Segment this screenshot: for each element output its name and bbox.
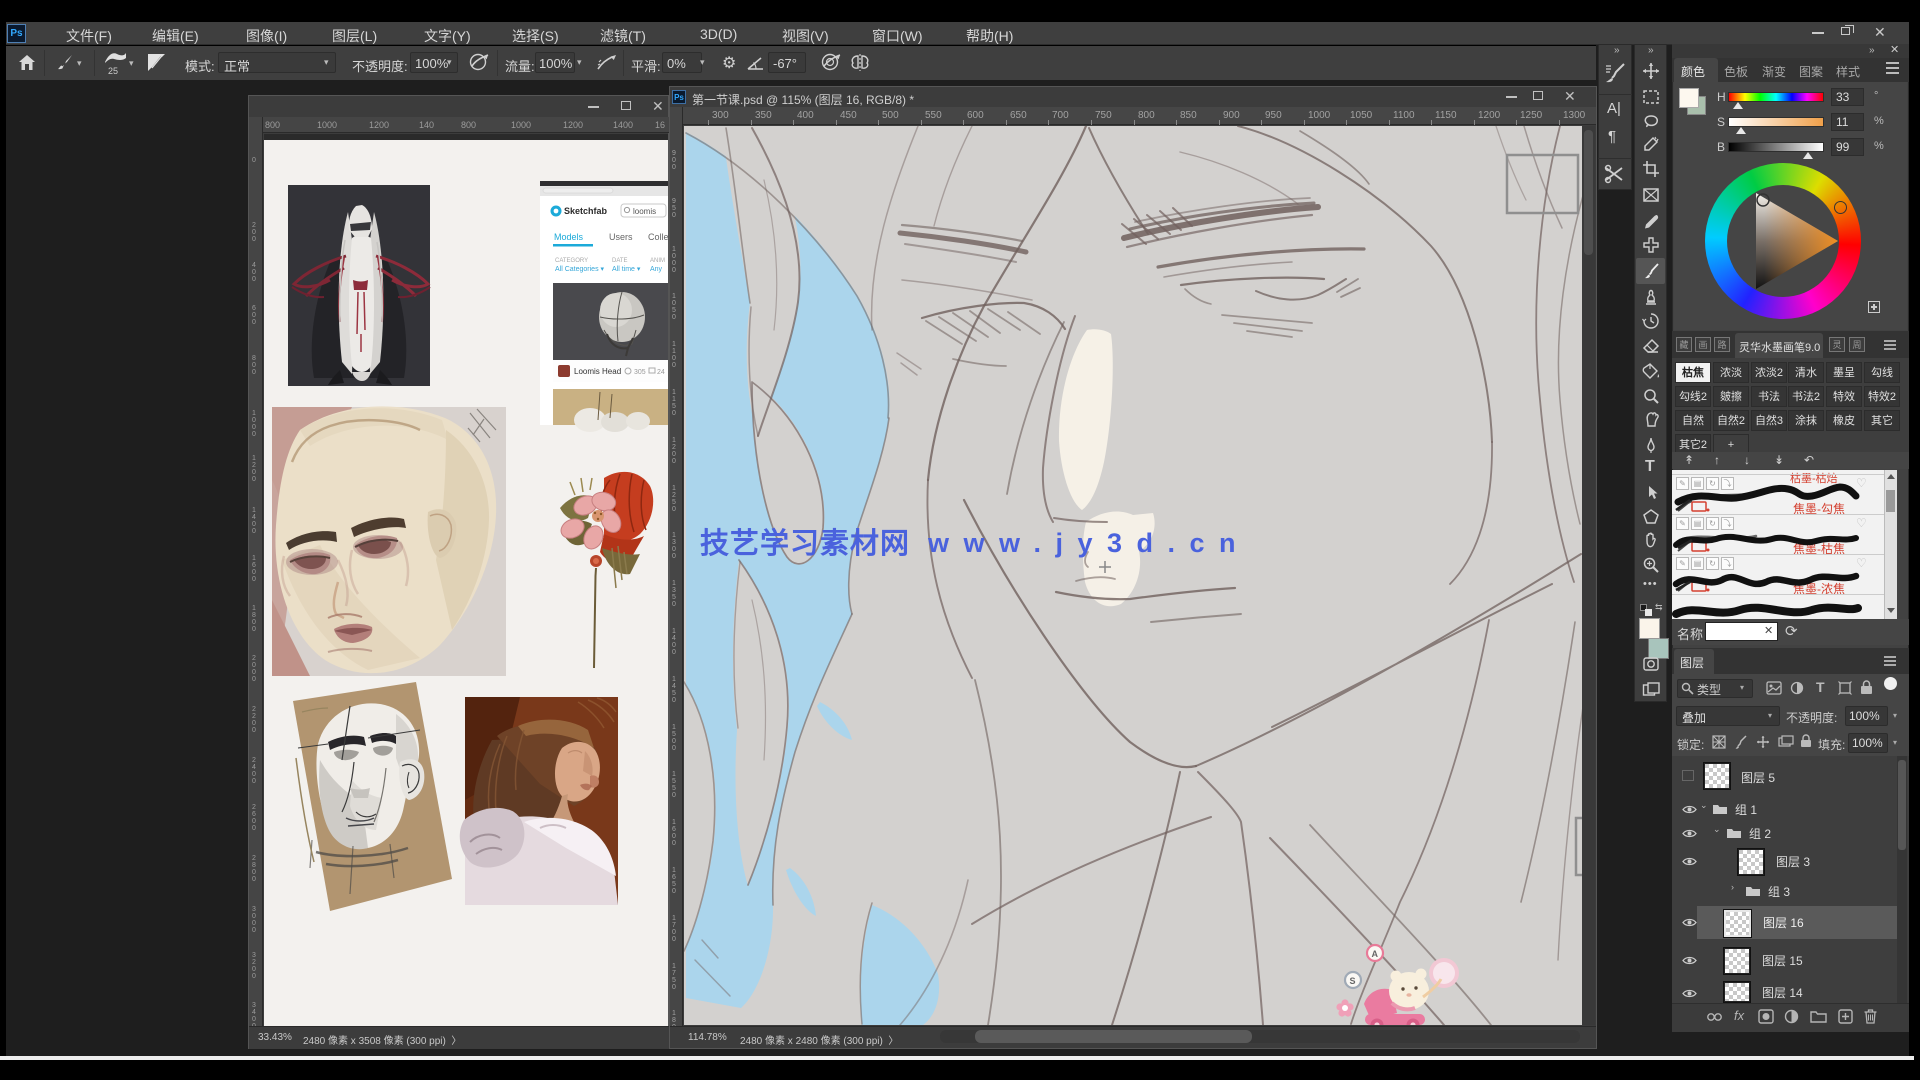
svg-text:ANIM: ANIM xyxy=(650,258,665,264)
svg-text:305: 305 xyxy=(634,369,646,376)
svg-text:All Categories ▾: All Categories ▾ xyxy=(555,266,605,273)
svg-text:Colle: Colle xyxy=(648,232,668,242)
svg-text:技艺学习素材网: 技艺学习素材网 xyxy=(700,526,910,560)
svg-text:24: 24 xyxy=(657,369,665,376)
svg-text:Users: Users xyxy=(609,232,633,242)
svg-text:Any: Any xyxy=(650,266,663,273)
svg-text:www.jy3d.cn: www.jy3d.cn xyxy=(927,528,1250,558)
svg-text:Sketchfab: Sketchfab xyxy=(564,206,608,216)
svg-text:loomis: loomis xyxy=(633,207,656,216)
svg-text:S: S xyxy=(1350,976,1356,986)
svg-text:All time ▾: All time ▾ xyxy=(612,266,641,273)
svg-text:CATEGORY: CATEGORY xyxy=(555,258,588,264)
svg-text:Models: Models xyxy=(554,232,584,242)
svg-text:DATE: DATE xyxy=(612,258,628,264)
svg-text:Loomis Head: Loomis Head xyxy=(574,367,621,376)
svg-text:A: A xyxy=(1372,949,1379,959)
